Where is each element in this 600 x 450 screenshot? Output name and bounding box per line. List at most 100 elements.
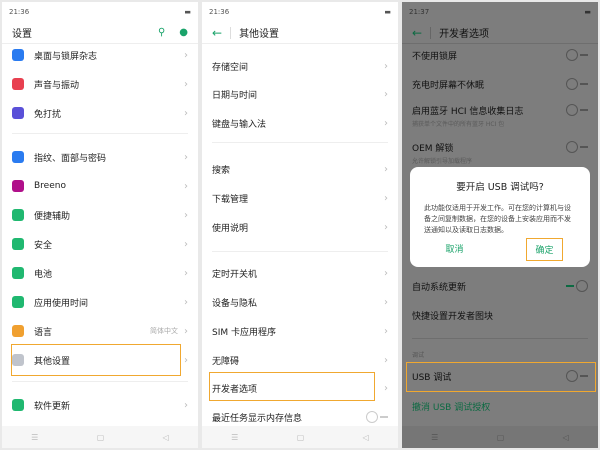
clock: 21:36 (9, 8, 30, 16)
settings-item[interactable]: 应用使用时间 › (12, 292, 188, 312)
chevron-right-icon: › (184, 267, 188, 279)
toggle[interactable] (566, 280, 588, 292)
row-label: 充电时屏幕不休眠 (412, 80, 485, 91)
item-label: 存储空间 (212, 62, 249, 73)
toggle[interactable] (366, 411, 388, 423)
settings-item[interactable]: 设备与隐私 › (212, 292, 388, 312)
page-title: 其他设置 (239, 29, 280, 40)
mic-icon[interactable]: ● (179, 27, 188, 38)
highlight-box (406, 362, 596, 392)
chevron-right-icon: › (184, 151, 188, 163)
setting-icon (12, 399, 24, 411)
settings-item[interactable]: 指纹、面部与密码 › (12, 147, 188, 167)
status-bar: 21:36 ▬ (209, 8, 391, 16)
chevron-right-icon: › (184, 354, 188, 366)
item-label: 键盘与输入法 (212, 119, 267, 130)
page-title: 设置 (12, 29, 32, 40)
toggle[interactable] (566, 49, 588, 61)
status-bar: 21:36 ▬ (9, 8, 191, 16)
menu-icon[interactable]: ☰ (231, 433, 238, 442)
setting-icon (12, 180, 24, 192)
chevron-right-icon: › (384, 221, 388, 233)
settings-item[interactable]: 最近任务显示内存信息 (212, 407, 388, 427)
item-label: 设备与隐私 (212, 298, 258, 309)
setting-icon (12, 151, 24, 163)
settings-item[interactable]: 安全 › (12, 234, 188, 254)
item-label: 安全 (34, 240, 53, 251)
setting-icon (12, 267, 24, 279)
settings-item[interactable]: 声音与振动 › (12, 74, 188, 94)
chevron-right-icon: › (384, 354, 388, 366)
revoke-usb-link[interactable]: 撤消 USB 调试授权 (412, 396, 588, 416)
chevron-right-icon: › (184, 180, 188, 192)
row-label: OEM 解锁 (412, 143, 454, 154)
divider (412, 338, 588, 339)
toggle[interactable] (566, 141, 588, 153)
dialog-body: 此功能仅适用于开发工作。可在您的计算机与设备之间复制数据，在您的设备上安装应用而… (424, 204, 571, 234)
quick-tiles-row[interactable]: 快捷设置开发者图块 (412, 305, 588, 325)
home-icon[interactable]: ▢ (497, 433, 505, 442)
auto-update-row[interactable]: 自动系统更新 (412, 276, 588, 296)
battery-icon: ▬ (384, 8, 391, 16)
chevron-right-icon: › (384, 163, 388, 175)
chevron-right-icon: › (384, 382, 388, 394)
dev-option-row[interactable]: 充电时屏幕不休眠 (412, 74, 588, 94)
back-arrow-icon[interactable]: ← (212, 26, 222, 40)
settings-item[interactable]: 桌面与锁屏杂志 › (12, 45, 188, 65)
back-icon[interactable]: ◁ (363, 433, 369, 442)
setting-icon (12, 325, 24, 337)
battery-icon: ▬ (184, 8, 191, 16)
item-label: 指纹、面部与密码 (34, 153, 107, 164)
dev-option-row[interactable]: 启用蓝牙 HCI 信息收集日志 (412, 100, 588, 120)
nav-bar: ☰ ▢ ◁ (2, 426, 198, 448)
home-icon[interactable]: ▢ (97, 433, 105, 442)
chevron-right-icon: › (184, 296, 188, 308)
settings-item[interactable]: 软件更新 › (12, 395, 188, 415)
settings-item[interactable]: 便捷辅助 › (12, 205, 188, 225)
row-subtitle: 捕获单个文件中的所有蓝牙 HCI 包 (412, 121, 505, 128)
settings-item[interactable]: 使用说明 › (212, 217, 388, 237)
item-label: Breeno (34, 181, 66, 191)
usb-debug-dialog: 要开启 USB 调试吗? 此功能仅适用于开发工作。可在您的计算机与设备之间复制数… (410, 167, 590, 267)
settings-item[interactable]: 键盘与输入法 › (212, 113, 388, 133)
settings-item[interactable]: SIM 卡应用程序 › (212, 321, 388, 341)
settings-item[interactable]: 电池 › (12, 263, 188, 283)
settings-item[interactable]: Breeno › (12, 176, 188, 196)
settings-item[interactable]: 日期与时间 › (212, 84, 388, 104)
cancel-button[interactable]: 取消 (437, 238, 471, 261)
dialog-title: 要开启 USB 调试吗? (456, 182, 544, 193)
chevron-right-icon: › (384, 88, 388, 100)
chevron-right-icon: › (384, 117, 388, 129)
settings-item[interactable]: 存储空间 › (212, 56, 388, 76)
setting-icon (12, 296, 24, 308)
back-icon[interactable]: ◁ (563, 433, 569, 442)
chevron-right-icon: › (384, 325, 388, 337)
divider (12, 133, 188, 134)
settings-item[interactable]: 下载管理 › (212, 188, 388, 208)
settings-item[interactable]: 无障碍 › (212, 350, 388, 370)
item-value: 简体中文 (150, 327, 178, 335)
clock: 21:36 (209, 8, 230, 16)
home-icon[interactable]: ▢ (297, 433, 305, 442)
menu-icon[interactable]: ☰ (31, 433, 38, 442)
search-icon[interactable]: ⚲ (158, 27, 165, 38)
toggle[interactable] (566, 104, 588, 116)
back-icon[interactable]: ◁ (163, 433, 169, 442)
item-label: SIM 卡应用程序 (212, 327, 276, 338)
ok-button[interactable]: 确定 (526, 238, 563, 261)
menu-icon[interactable]: ☰ (431, 433, 438, 442)
settings-item[interactable]: 搜索 › (212, 159, 388, 179)
back-arrow-icon[interactable]: ← (412, 26, 422, 40)
settings-item[interactable]: 语言 简体中文 › (12, 321, 188, 341)
item-label: 软件更新 (34, 401, 71, 412)
item-label: 免打扰 (34, 109, 62, 120)
dev-option-row[interactable]: 不使用锁屏 (412, 45, 588, 65)
chevron-right-icon: › (184, 78, 188, 90)
toggle[interactable] (566, 78, 588, 90)
other-settings-panel: 21:36 ▬ ← 其他设置 存储空间 › 日期与时间 › 键盘与输入法 › 搜索 › 下载管理 › 使… (202, 2, 398, 448)
header: 设置 ⚲ ● (2, 22, 198, 44)
chevron-right-icon: › (384, 192, 388, 204)
settings-item[interactable]: 定时开关机 › (212, 263, 388, 283)
settings-item[interactable]: 免打扰 › (12, 103, 188, 123)
dev-option-row[interactable]: OEM 解锁 (412, 137, 588, 157)
